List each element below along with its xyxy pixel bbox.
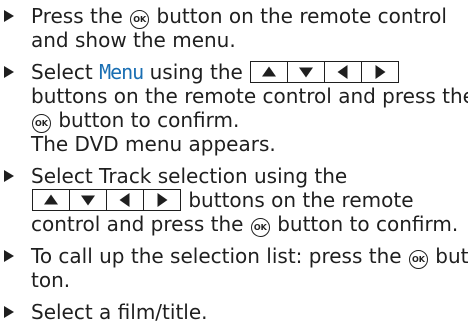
step-2-line-1: Select Menu using the bbox=[31, 60, 400, 84]
step-2-text-b: using the bbox=[149, 60, 243, 84]
step-1-line-1: Press the OK button on the remote contro… bbox=[31, 4, 447, 29]
bullet-triangle-icon bbox=[4, 250, 14, 262]
step-1-text-a: Press the bbox=[31, 4, 123, 28]
bullet-triangle-icon bbox=[4, 66, 14, 78]
step-3-text-b: buttons on the remote bbox=[188, 188, 414, 212]
step-5-text-a: Select a film/title. bbox=[31, 300, 208, 324]
step-2-text-d: button to confirm. bbox=[58, 108, 240, 132]
instruction-step-1: Press the OK button on the remote contro… bbox=[0, 4, 468, 52]
step-1-text-c: and show the menu. bbox=[31, 28, 236, 52]
arrow-left-icon bbox=[106, 190, 143, 210]
navigation-keys bbox=[32, 189, 181, 211]
step-2-line-4: The DVD menu appears. bbox=[31, 132, 276, 156]
arrow-left-icon bbox=[324, 62, 361, 82]
step-1-text-b: button on the remote control bbox=[156, 4, 447, 28]
step-1-line-2: and show the menu. bbox=[31, 28, 236, 52]
arrow-up-icon bbox=[33, 190, 69, 210]
arrow-down-icon bbox=[69, 190, 106, 210]
arrow-down-icon bbox=[287, 62, 324, 82]
arrow-up-icon bbox=[251, 62, 287, 82]
arrow-right-icon bbox=[361, 62, 398, 82]
step-2-result-text: The DVD menu appears. bbox=[31, 132, 276, 156]
step-5-line-1: Select a film/title. bbox=[31, 300, 208, 324]
step-2-text-a: Select bbox=[31, 60, 93, 84]
bullet-triangle-icon bbox=[4, 10, 14, 22]
instruction-step-3: Select Track selection using the buttons… bbox=[0, 164, 468, 237]
step-4-text-c: ton. bbox=[31, 268, 71, 292]
step-4-text-b: but- bbox=[435, 244, 468, 268]
ok-button-icon: OK bbox=[408, 250, 428, 269]
step-2-line-2: buttons on the remote control and press … bbox=[31, 84, 468, 108]
step-3-line-3: control and press the OK button to confi… bbox=[31, 212, 458, 237]
step-3-text-a: Select Track selection using the bbox=[31, 164, 348, 188]
ok-button-icon: OK bbox=[32, 114, 51, 133]
step-4-line-2: ton. bbox=[31, 268, 70, 292]
step-3-line-1: Select Track selection using the bbox=[31, 164, 347, 188]
bullet-triangle-icon bbox=[4, 170, 14, 182]
instruction-step-2: Select Menu using the buttons on the rem… bbox=[0, 60, 468, 156]
arrow-right-icon bbox=[143, 190, 180, 210]
step-3-text-c: control and press the bbox=[31, 212, 244, 236]
menu-keyword: Menu bbox=[99, 60, 144, 84]
step-4-line-1: To call up the selection list: press the… bbox=[31, 244, 468, 269]
bullet-triangle-icon bbox=[4, 306, 14, 318]
step-2-text-c: buttons on the remote control and press … bbox=[31, 84, 468, 108]
instruction-page: Press the OK button on the remote contro… bbox=[0, 0, 468, 326]
ok-button-icon: OK bbox=[130, 10, 150, 29]
ok-button-icon: OK bbox=[250, 218, 270, 237]
navigation-keys bbox=[250, 61, 400, 83]
step-4-text-a: To call up the selection list: press the bbox=[31, 244, 402, 268]
step-2-line-3: OK button to confirm. bbox=[31, 108, 239, 133]
instruction-step-5: Select a film/title. bbox=[0, 300, 468, 324]
step-3-line-2: buttons on the remote bbox=[31, 188, 414, 212]
step-3-text-d: button to confirm. bbox=[277, 212, 459, 236]
instruction-step-4: To call up the selection list: press the… bbox=[0, 244, 468, 292]
